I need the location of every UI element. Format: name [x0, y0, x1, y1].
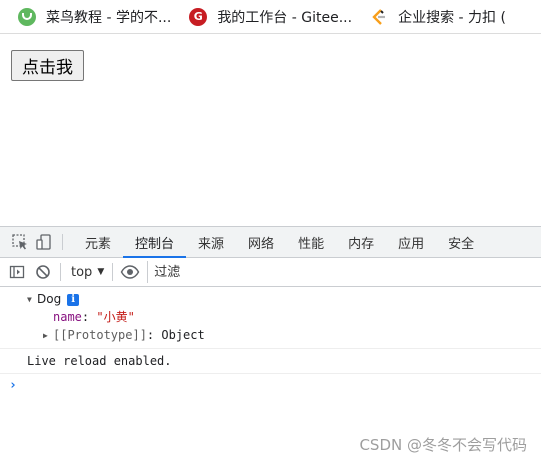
prototype-label: [[Prototype]]	[53, 328, 147, 342]
devtools-panel: 元素 控制台 来源 网络 性能 内存 应用 安全 top ▼ 过滤 ▼ Dog …	[0, 226, 541, 464]
toolbar-divider	[62, 234, 63, 250]
tab-security[interactable]: 安全	[436, 227, 486, 257]
prototype-value: Object	[161, 328, 205, 342]
tab-memory[interactable]: 内存	[336, 227, 386, 257]
inspect-element-icon[interactable]	[8, 227, 32, 257]
console-log-message: Live reload enabled.	[0, 349, 541, 374]
console-toolbar: top ▼	[0, 258, 541, 287]
info-icon[interactable]: i	[67, 293, 80, 306]
toolbar-divider	[60, 263, 61, 281]
console-prompt[interactable]: ›	[0, 374, 541, 396]
runoob-icon	[18, 7, 36, 26]
prototype-row[interactable]: ▶ [[Prototype]]: Object	[0, 326, 541, 344]
object-property-row: name: "小黄"	[53, 310, 135, 324]
bookmark-gitee[interactable]: 我的工作台 - Gitee...	[171, 0, 352, 34]
bookmark-leetcode[interactable]: 企业搜索 - 力扣 (	[352, 0, 506, 34]
property-key: name	[53, 310, 82, 324]
gitee-icon	[189, 7, 208, 26]
object-class-name: Dog	[37, 292, 62, 306]
bookmarks-bar: 菜鸟教程 - 学的不... 我的工作台 - Gitee... 企业搜索 - 力扣…	[0, 0, 541, 34]
leetcode-icon	[370, 8, 388, 26]
console-output: ▼ Dog i name: "小黄" ▶ [[Prototype]]: Object …	[0, 287, 541, 396]
bookmark-label: 企业搜索 - 力扣 (	[398, 9, 506, 26]
collapsed-triangle-icon: ▶	[43, 330, 48, 340]
devtools-tab-bar: 元素 控制台 来源 网络 性能 内存 应用 安全	[0, 227, 541, 258]
page-content: 点击我	[0, 34, 541, 226]
expanded-triangle-icon: ▼	[27, 294, 32, 304]
click-me-button[interactable]: 点击我	[11, 50, 84, 81]
bookmark-label: 菜鸟教程 - 学的不...	[46, 9, 172, 26]
caret-down-icon: ▼	[97, 267, 105, 277]
context-label: top	[71, 264, 93, 280]
prompt-chevron-icon: ›	[9, 378, 17, 393]
tab-performance[interactable]: 性能	[286, 227, 336, 257]
tab-sources[interactable]: 来源	[186, 227, 236, 257]
object-header[interactable]: ▼ Dog i	[0, 290, 541, 308]
clear-console-icon[interactable]	[30, 258, 56, 287]
bookmark-label: 我的工作台 - Gitee...	[217, 9, 353, 26]
tab-elements[interactable]: 元素	[73, 227, 123, 257]
console-object-entry: ▼ Dog i name: "小黄" ▶ [[Prototype]]: Object	[0, 287, 541, 349]
context-selector[interactable]: top ▼	[65, 265, 108, 280]
tab-application[interactable]: 应用	[386, 227, 436, 257]
toolbar-divider	[112, 263, 114, 281]
tab-network[interactable]: 网络	[236, 227, 286, 257]
property-value: "小黄"	[96, 310, 135, 324]
bookmark-runoob[interactable]: 菜鸟教程 - 学的不...	[0, 0, 171, 34]
watermark: CSDN @冬冬不会写代码	[359, 436, 527, 454]
device-toolbar-icon[interactable]	[32, 227, 56, 257]
console-filter-input[interactable]	[147, 261, 507, 283]
tab-console[interactable]: 控制台	[123, 227, 187, 258]
sidebar-toggle-icon[interactable]	[4, 258, 30, 287]
live-expression-eye-icon[interactable]	[117, 258, 143, 287]
